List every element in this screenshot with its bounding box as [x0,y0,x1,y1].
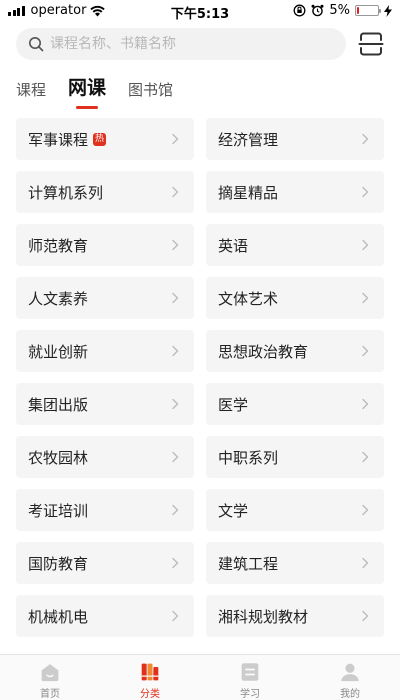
nav-study[interactable]: 学习 [200,655,300,700]
alarm-icon [311,4,324,17]
category-item[interactable]: 集团出版 [16,383,194,425]
hot-badge: 热 [93,132,107,146]
chevron-right-icon [172,186,179,198]
category-label: 军事课程 [28,130,89,149]
chevron-right-icon [362,610,369,622]
search-box[interactable] [16,28,346,60]
category-item[interactable]: 经济管理 [206,118,384,160]
chevron-right-icon [362,557,369,569]
category-label: 思想政治教育 [218,342,309,361]
chevron-right-icon [172,345,179,357]
category-item[interactable]: 湘科规划教材 [206,595,384,637]
nav-home[interactable]: 首页 [0,655,100,700]
category-item[interactable]: 中职系列 [206,436,384,478]
status-bar: operator 下午5:13 5% [0,0,400,22]
battery-icon [355,5,381,16]
category-grid: 军事课程热 经济管理计算机系列 摘星精品师范教育 英语人文素养 文体艺术就业创新 思想政治… [16,118,384,637]
tab-courses[interactable]: 课程 [16,79,46,106]
rotation-lock-icon [293,4,306,17]
chevron-right-icon [172,133,179,145]
chevron-right-icon [362,133,369,145]
search-row [16,28,384,60]
nav-home-label: 首页 [40,689,60,700]
category-label: 建筑工程 [218,554,279,573]
category-item[interactable]: 农牧园林 [16,436,194,478]
nav-study-label: 学习 [240,689,260,700]
category-label: 人文素养 [28,289,89,308]
study-icon [241,663,259,681]
category-item[interactable]: 思想政治教育 [206,330,384,372]
chevron-right-icon [172,610,179,622]
category-tabs: 课程 网课 图书馆 [16,72,195,106]
category-item[interactable]: 就业创新 [16,330,194,372]
search-icon [29,37,44,52]
chevron-right-icon [362,398,369,410]
chevron-right-icon [362,239,369,251]
chevron-right-icon [172,504,179,516]
tab-library[interactable]: 图书馆 [128,79,173,106]
chevron-right-icon [172,292,179,304]
battery-percent: 5% [329,3,350,18]
category-item[interactable]: 建筑工程 [206,542,384,584]
category-item[interactable]: 机械机电 [16,595,194,637]
category-label: 医学 [218,395,249,414]
category-icon [141,663,159,681]
category-label: 文体艺术 [218,289,279,308]
search-input[interactable] [50,36,330,52]
category-label: 中职系列 [218,448,279,467]
category-item[interactable]: 人文素养 [16,277,194,319]
category-label: 农牧园林 [28,448,89,467]
chevron-right-icon [362,345,369,357]
home-icon [41,664,59,682]
chevron-right-icon [172,451,179,463]
nav-category[interactable]: 分类 [100,655,200,700]
category-label: 师范教育 [28,236,89,255]
status-right: 5% [293,3,392,18]
category-label: 经济管理 [218,130,279,149]
chevron-right-icon [172,239,179,251]
category-label: 湘科规划教材 [218,607,309,626]
chevron-right-icon [172,398,179,410]
category-item[interactable]: 师范教育 [16,224,194,266]
charging-icon [384,4,392,17]
scan-icon[interactable] [358,31,384,57]
category-label: 摘星精品 [218,183,279,202]
battery-cap [379,9,381,13]
category-item[interactable]: 考证培训 [16,489,194,531]
category-label: 机械机电 [28,607,89,626]
bottom-nav: 首页 分类 学习 我的 [0,654,400,700]
chevron-right-icon [362,504,369,516]
category-label: 文学 [218,501,249,520]
category-item[interactable]: 文学 [206,489,384,531]
nav-profile-label: 我的 [340,689,360,700]
nav-category-label: 分类 [140,689,160,700]
nav-profile[interactable]: 我的 [300,655,400,700]
category-item[interactable]: 摘星精品 [206,171,384,213]
tab-online-courses[interactable]: 网课 [68,73,106,106]
chevron-right-icon [172,557,179,569]
chevron-right-icon [362,451,369,463]
category-label: 国防教育 [28,554,89,573]
category-label: 英语 [218,236,249,255]
category-item[interactable]: 国防教育 [16,542,194,584]
category-label: 考证培训 [28,501,89,520]
category-item[interactable]: 军事课程热 [16,118,194,160]
profile-icon [341,663,359,682]
chevron-right-icon [362,186,369,198]
chevron-right-icon [362,292,369,304]
category-label: 计算机系列 [28,183,104,202]
category-item[interactable]: 医学 [206,383,384,425]
battery-level [357,7,359,14]
category-label: 集团出版 [28,395,89,414]
category-item[interactable]: 英语 [206,224,384,266]
category-label: 就业创新 [28,342,89,361]
category-item[interactable]: 文体艺术 [206,277,384,319]
category-item[interactable]: 计算机系列 [16,171,194,213]
